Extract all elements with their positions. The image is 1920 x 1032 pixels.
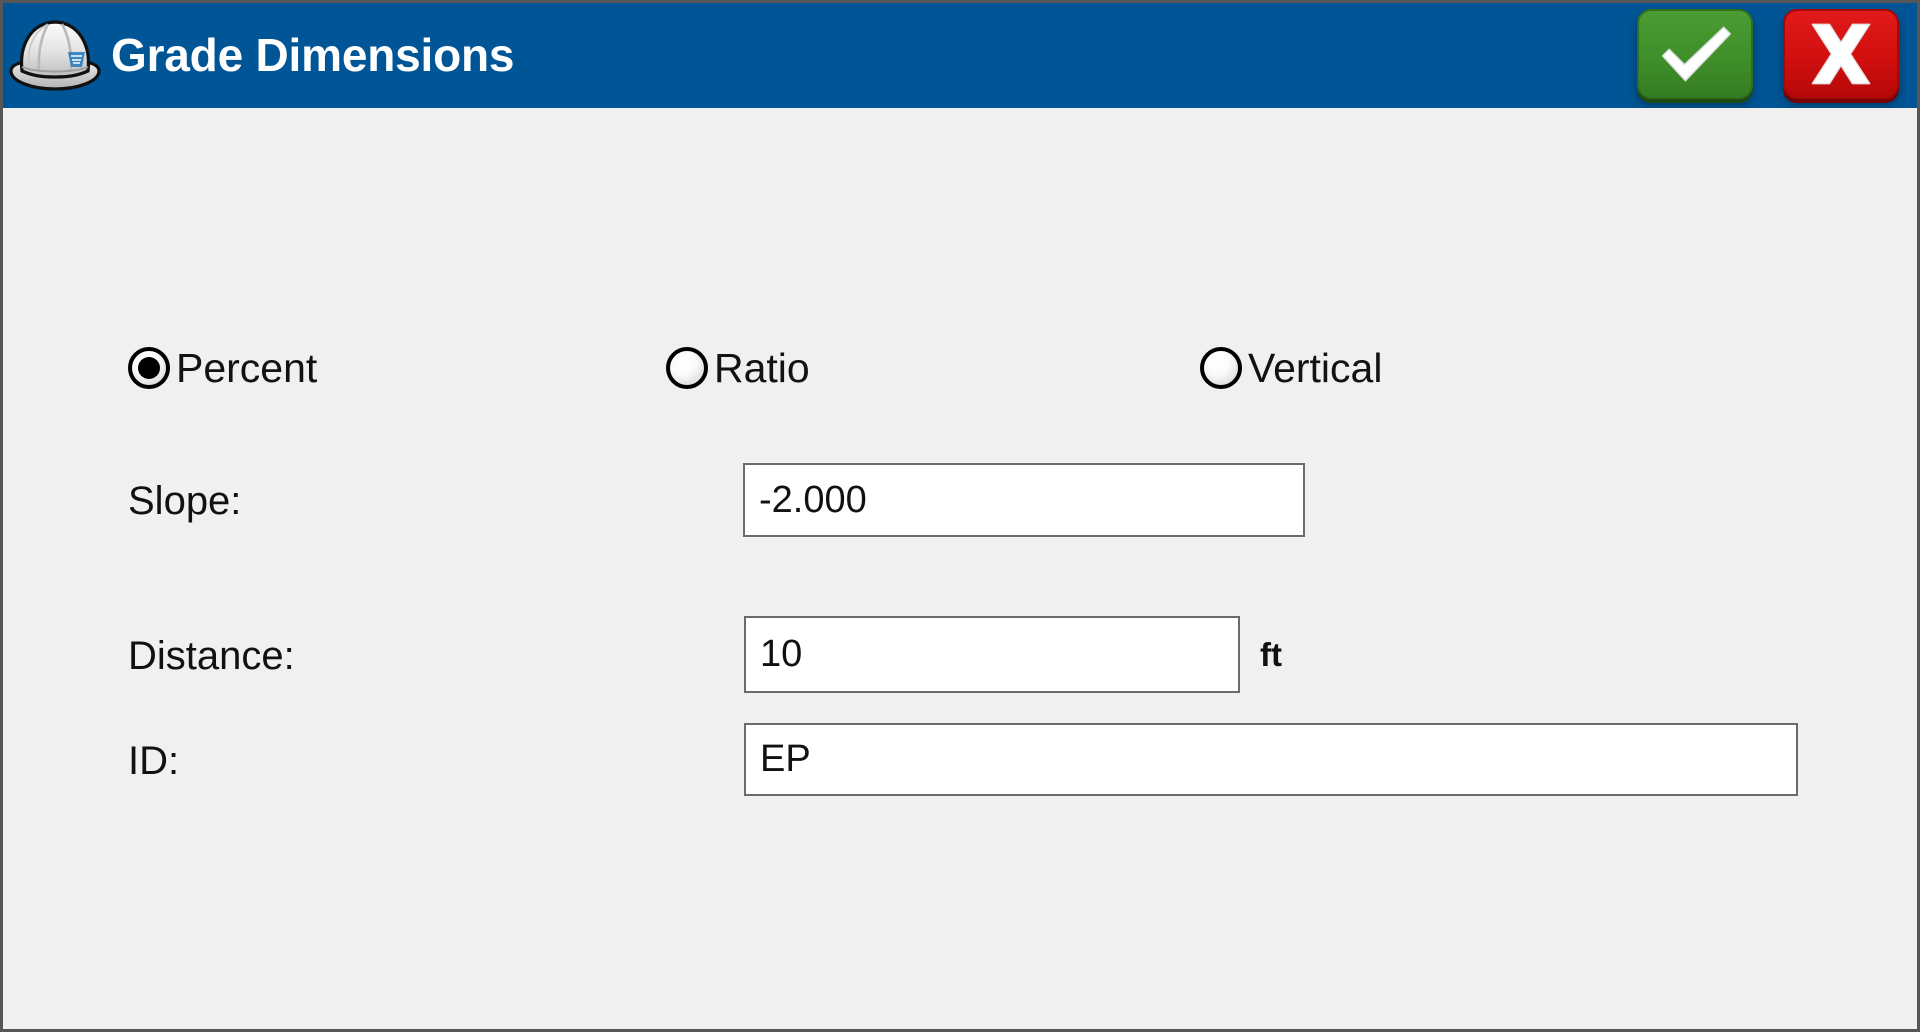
id-field-row: ID: [3, 723, 1917, 803]
radio-label-vertical: Vertical [1248, 344, 1383, 391]
radio-label-ratio: Ratio [714, 344, 810, 391]
accept-button[interactable] [1637, 9, 1753, 99]
distance-input[interactable] [744, 616, 1240, 693]
distance-field-row: Distance: ft [3, 616, 1917, 698]
x-icon [1811, 23, 1871, 85]
id-label: ID: [128, 739, 180, 783]
hard-hat-icon [5, 5, 105, 105]
radio-button-icon-percent[interactable] [128, 347, 170, 389]
radio-button-icon-vertical[interactable] [1200, 347, 1242, 389]
slope-input[interactable] [743, 463, 1305, 537]
page-title: Grade Dimensions [111, 29, 515, 81]
radio-option-vertical[interactable]: Vertical [1200, 338, 1382, 398]
slope-label: Slope: [128, 479, 242, 523]
distance-label: Distance: [128, 634, 295, 678]
radio-option-percent[interactable]: Percent [128, 338, 317, 398]
radio-option-ratio[interactable]: Ratio [666, 338, 810, 398]
slope-field-row: Slope: [3, 463, 1917, 543]
slope-mode-radio-group: Percent Ratio Vertical [3, 338, 1917, 398]
distance-unit-label: ft [1260, 636, 1282, 673]
titlebar: Grade Dimensions [3, 3, 1917, 108]
radio-button-icon-ratio[interactable] [666, 347, 708, 389]
id-input[interactable] [744, 723, 1798, 796]
grade-dimensions-dialog: Grade Dimensions Percent Ratio Vertical … [0, 0, 1920, 1032]
radio-label-percent: Percent [176, 344, 318, 391]
cancel-button[interactable] [1783, 9, 1899, 99]
dialog-body: Percent Ratio Vertical Slope: Distance: … [3, 108, 1917, 1029]
checkmark-icon [1661, 26, 1732, 82]
